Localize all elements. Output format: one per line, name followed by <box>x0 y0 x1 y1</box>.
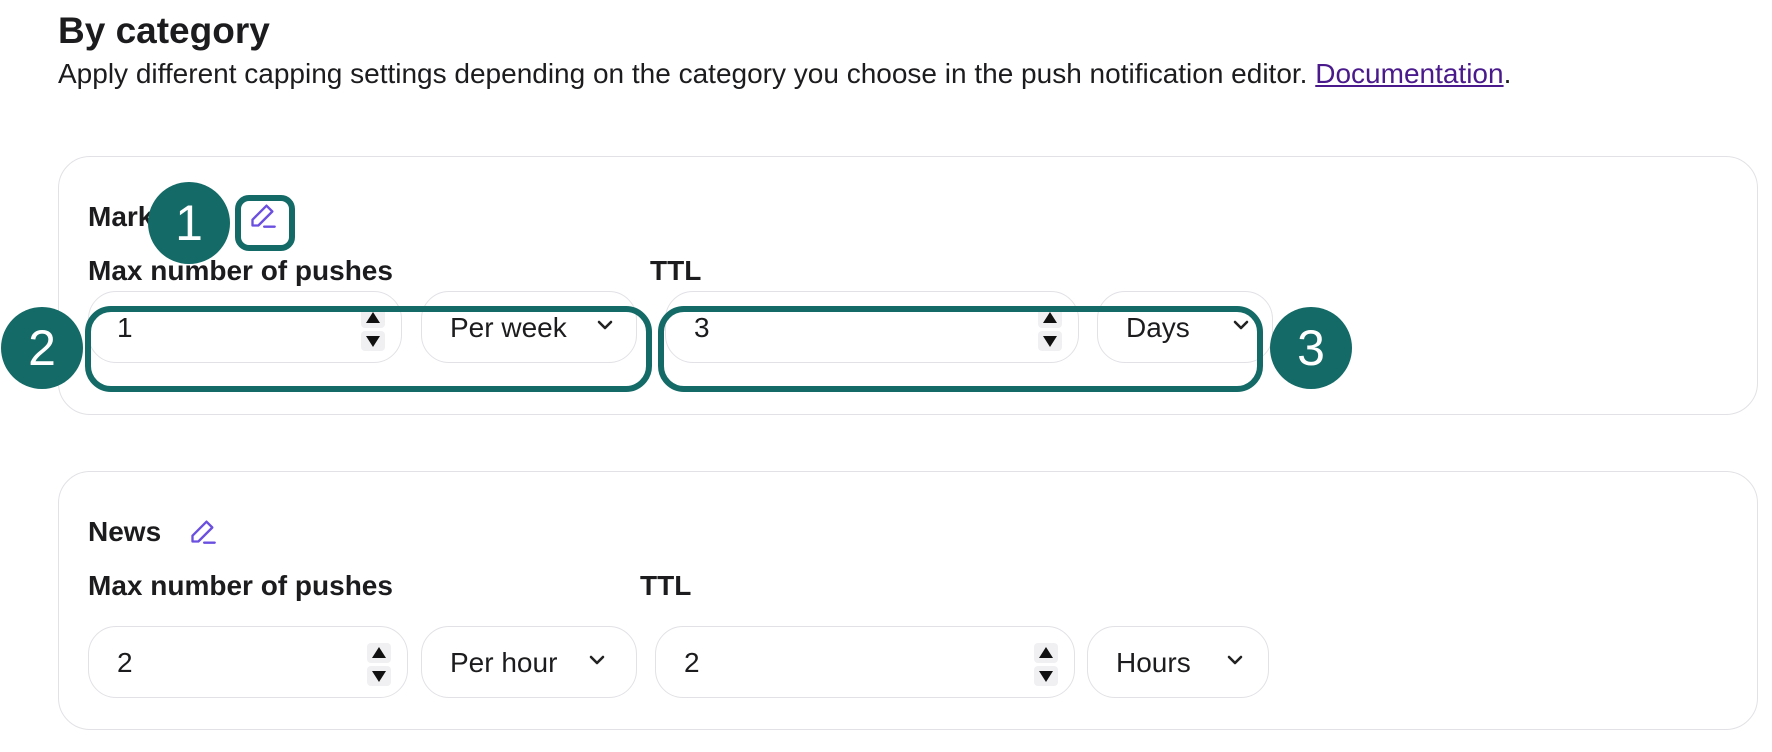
documentation-link[interactable]: Documentation <box>1315 58 1503 89</box>
ttl-input[interactable]: 2 <box>655 626 1075 698</box>
description-period: . <box>1503 58 1512 89</box>
max-pushes-label: Max number of pushes <box>88 570 393 601</box>
increment-button[interactable] <box>367 643 391 663</box>
max-pushes-highlight <box>85 306 652 392</box>
chevron-down-icon <box>589 655 605 665</box>
annotation-badge: 2 <box>1 307 83 389</box>
edit-icon-highlight <box>235 195 295 251</box>
ttl-value: 2 <box>684 647 700 678</box>
section-description: Apply different capping settings dependi… <box>58 58 1511 90</box>
frequency-select[interactable]: Per hour <box>421 626 637 698</box>
description-text: Apply different capping settings dependi… <box>58 58 1308 89</box>
pencil-edit-icon[interactable] <box>189 517 217 545</box>
max-pushes-label: Max number of pushes <box>88 255 393 286</box>
frequency-value: Per hour <box>450 647 558 678</box>
chevron-down-icon <box>1227 655 1243 665</box>
ttl-label: TTL <box>650 255 702 286</box>
section-title: By category <box>58 10 270 51</box>
increment-button[interactable] <box>1034 643 1058 663</box>
category-name: News <box>88 516 162 547</box>
decrement-button[interactable] <box>367 666 391 686</box>
ttl-highlight <box>658 306 1263 392</box>
ttl-label: TTL <box>640 570 692 601</box>
decrement-button[interactable] <box>1034 666 1058 686</box>
number-spinner-icon[interactable] <box>365 643 393 687</box>
ttl-unit-select[interactable]: Hours <box>1087 626 1269 698</box>
annotation-badge: 3 <box>1270 307 1352 389</box>
annotation-badge: 1 <box>148 182 230 264</box>
number-spinner-icon[interactable] <box>1032 643 1060 687</box>
max-pushes-value: 2 <box>117 647 133 678</box>
max-pushes-input[interactable]: 2 <box>88 626 408 698</box>
ttl-unit-value: Hours <box>1116 647 1191 678</box>
category-card-news: News Max number of pushes TTL 2 Per hour… <box>58 471 1758 730</box>
